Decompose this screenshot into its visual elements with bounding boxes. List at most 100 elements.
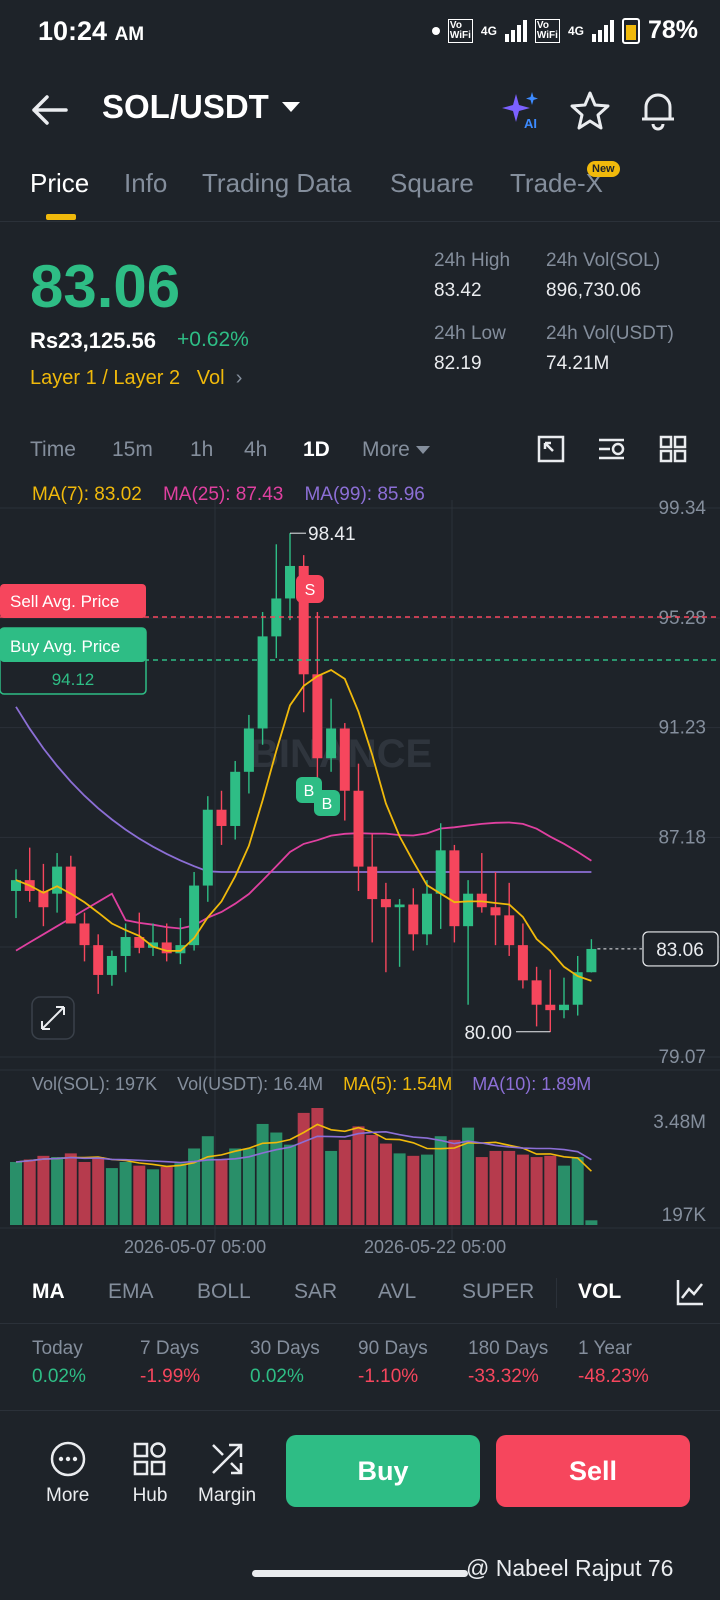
- sell-button[interactable]: Sell: [496, 1435, 690, 1507]
- volume-bar: [366, 1134, 379, 1225]
- candle: [189, 885, 200, 946]
- candle: [120, 937, 131, 956]
- perf-value: -1.99%: [140, 1366, 201, 1387]
- indicator-divider: [556, 1278, 557, 1308]
- tf-15m[interactable]: 15m: [112, 438, 153, 462]
- perf-label: 30 Days: [250, 1338, 320, 1359]
- candle: [463, 893, 474, 927]
- more-button[interactable]: More: [46, 1439, 89, 1507]
- tab-square[interactable]: Square: [390, 168, 474, 199]
- volume-bar: [434, 1136, 447, 1225]
- perf-label: Today: [32, 1338, 83, 1359]
- last-price-label: 83.06: [656, 940, 704, 961]
- ind-super[interactable]: SUPER: [462, 1280, 534, 1304]
- y-tick-label: 79.07: [658, 1047, 706, 1068]
- hub-button[interactable]: Hub: [130, 1439, 170, 1507]
- ind-avl[interactable]: AVL: [378, 1280, 416, 1304]
- back-arrow-icon[interactable]: [30, 92, 70, 128]
- more-dots-icon: [50, 1441, 85, 1477]
- volume-bar: [407, 1155, 420, 1225]
- candle: [353, 790, 364, 867]
- x-tick-1: 2026-05-07 05:00: [124, 1237, 267, 1257]
- ind-vol[interactable]: VOL: [578, 1280, 621, 1304]
- tab-info[interactable]: Info: [124, 168, 167, 199]
- vol-tag[interactable]: Vol: [197, 367, 225, 389]
- candle: [380, 899, 391, 908]
- tab-trading-data[interactable]: Trading Data: [202, 168, 351, 199]
- vol-ma10-label: MA(10): 1.89M: [472, 1074, 592, 1094]
- tf-1h[interactable]: 1h: [190, 438, 213, 462]
- hub-label: Hub: [132, 1485, 168, 1506]
- volume-bar: [78, 1161, 91, 1225]
- layout-grid-icon[interactable]: [658, 434, 688, 464]
- tf-4h[interactable]: 4h: [244, 438, 267, 462]
- volte-wifi-icon: Vo WiFi: [447, 18, 473, 43]
- ind-boll[interactable]: BOLL: [197, 1280, 251, 1304]
- star-icon[interactable]: [568, 88, 612, 132]
- volume-bar: [571, 1157, 584, 1225]
- perf-value: -33.32%: [468, 1366, 539, 1387]
- candle: [216, 809, 227, 826]
- perf-today: Today 0.02%: [32, 1338, 86, 1388]
- tf-1d[interactable]: 1D: [303, 438, 330, 462]
- ai-sparkle-icon[interactable]: AI: [500, 88, 544, 132]
- volume-bar: [37, 1155, 50, 1225]
- chart-indicator-icon[interactable]: [674, 1276, 706, 1308]
- new-badge: New: [587, 161, 620, 177]
- chevron-down-icon[interactable]: [282, 102, 300, 112]
- candle: [476, 893, 487, 908]
- indicator-settings-icon[interactable]: [596, 434, 628, 464]
- signal-icon: [591, 19, 614, 42]
- candle: [106, 955, 117, 975]
- perf-label: 7 Days: [140, 1338, 200, 1359]
- tab-price[interactable]: Price: [30, 168, 89, 199]
- candle: [93, 945, 104, 975]
- volume-bar: [229, 1148, 242, 1225]
- perf-value: 0.02%: [250, 1366, 304, 1387]
- ind-ma[interactable]: MA: [32, 1280, 65, 1304]
- margin-arrows-icon: [212, 1443, 243, 1475]
- tags-link[interactable]: Layer 1 / Layer 2 Vol ›: [30, 367, 242, 390]
- tf-more[interactable]: More: [362, 438, 430, 462]
- candle: [504, 915, 515, 946]
- tf-time[interactable]: Time: [30, 438, 76, 462]
- fullscreen-chart-icon[interactable]: [536, 434, 566, 464]
- home-indicator[interactable]: [252, 1570, 468, 1577]
- svg-text:AI: AI: [524, 116, 537, 131]
- volume-bar: [558, 1165, 570, 1225]
- volume-bar: [489, 1150, 502, 1225]
- header: SOL/USDT AI: [0, 70, 720, 150]
- candle: [449, 850, 460, 927]
- volume-bars: 3.48M 197K: [10, 1108, 706, 1226]
- buy-button[interactable]: Buy: [286, 1435, 480, 1507]
- candle: [490, 907, 501, 916]
- volume-bar: [215, 1159, 228, 1225]
- low-marker: 80.00: [464, 1023, 512, 1044]
- indicator-bar: MA EMA BOLL SAR AVL SUPER VOL: [0, 1264, 720, 1324]
- y-axis: 99.3495.2891.2387.1883.1379.07: [658, 498, 706, 1068]
- volume-bar: [338, 1139, 351, 1225]
- bell-icon[interactable]: [636, 88, 680, 132]
- battery-percent: 78%: [647, 16, 698, 44]
- stat-vol-sol-label: 24h Vol(SOL): [546, 250, 661, 271]
- volume-bar: [503, 1150, 516, 1225]
- volume-bar: [105, 1168, 118, 1225]
- ind-sar[interactable]: SAR: [294, 1280, 337, 1304]
- perf-label: 1 Year: [578, 1338, 632, 1359]
- volume-bar: [256, 1123, 269, 1225]
- layer-tag[interactable]: Layer 1 / Layer 2: [30, 367, 180, 389]
- price-chart[interactable]: BINANCE 99.3495.2891.2387.1883.1379.07 S…: [0, 480, 720, 1260]
- candle: [79, 923, 90, 946]
- margin-button[interactable]: Margin: [198, 1439, 256, 1507]
- vol-legend: Vol(SOL): 197K Vol(USDT): 16.4M MA(5): 1…: [32, 1074, 591, 1095]
- more-label: More: [46, 1485, 90, 1506]
- y-tick-label: 91.23: [658, 718, 706, 739]
- volume-bar: [64, 1153, 77, 1225]
- y-tick-label: 95.28: [658, 608, 706, 629]
- high-marker: 98.41: [308, 524, 356, 545]
- candle: [408, 904, 419, 935]
- margin-label: Margin: [198, 1485, 257, 1506]
- ind-ema[interactable]: EMA: [108, 1280, 154, 1304]
- candle: [517, 945, 528, 981]
- pair-title[interactable]: SOL/USDT: [102, 88, 269, 126]
